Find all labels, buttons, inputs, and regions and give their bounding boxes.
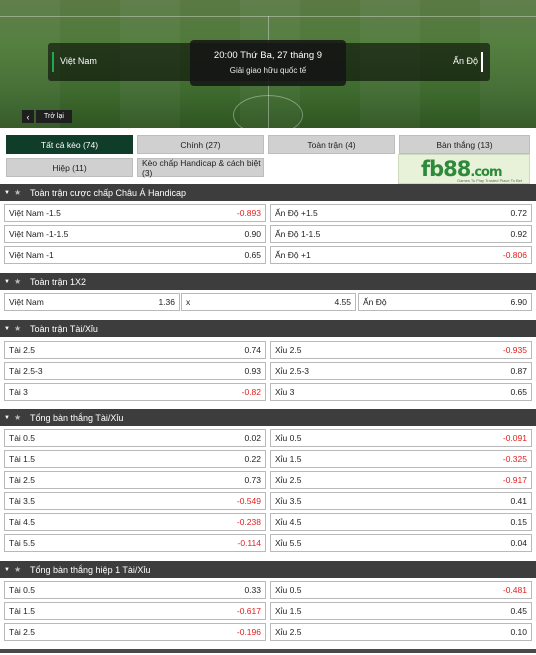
odds-row: Tài 4.5 -0.238 Xỉu 4.5 0.15 (0, 513, 536, 533)
caret-down-icon[interactable]: ▼ (0, 567, 14, 573)
odds-cell[interactable]: Xỉu 2.5 0.10 (270, 623, 532, 641)
tab-handicap[interactable]: Kèo chấp Handicap & cách biệt (3) (137, 158, 264, 178)
section-header[interactable]: ▼ ★ Toàn trận 1X2 (0, 273, 536, 290)
odds-cell[interactable]: Xỉu 4.5 0.15 (270, 513, 532, 531)
odds-row: Tài 1.5 0.22 Xỉu 1.5 -0.325 (0, 450, 536, 470)
odds-cell[interactable]: Tài 2.5 -0.196 (4, 623, 266, 641)
odds-cell[interactable]: Tài 2.5 0.73 (4, 471, 266, 489)
tab-all[interactable]: Tất cả kèo (74) (6, 135, 133, 154)
odds-cell[interactable]: Xỉu 2.5 -0.917 (270, 471, 532, 489)
section-title: Toàn trận Tài/Xỉu (30, 323, 98, 334)
odds-cell[interactable]: Tài 4.5 -0.238 (4, 513, 266, 531)
section-first-half-goals: ▼ ★ Tổng bàn thắng hiệp 1 Tài/Xỉu (0, 561, 536, 578)
section-header[interactable]: ▼ ★ Tổng bàn thắng Tài/Xỉu (0, 409, 536, 426)
star-icon[interactable]: ★ (14, 565, 24, 574)
tab-half[interactable]: Hiệp (11) (6, 158, 133, 177)
odds-cell[interactable]: Ấn Độ +1 -0.806 (270, 246, 532, 264)
odds-cell[interactable]: Ấn Độ +1.5 0.72 (270, 204, 532, 222)
odds-cell[interactable]: Xỉu 1.5 0.45 (270, 602, 532, 620)
back-button[interactable]: Trở lại (36, 110, 72, 123)
odds-cell[interactable]: Tài 5.5 -0.114 (4, 534, 266, 552)
odds-row: Tài 5.5 -0.114 Xỉu 5.5 0.04 (0, 534, 536, 554)
match-info-box (190, 40, 346, 86)
section-header[interactable]: ▼ ★ Tổng bàn thắng hiệp 1 Tài/Xỉu (0, 561, 536, 578)
odds-row: Tài 3.5 -0.549 Xỉu 3.5 0.41 (0, 492, 536, 512)
odds-cell[interactable]: Ấn Độ 6.90 (358, 293, 532, 311)
star-icon[interactable]: ★ (14, 413, 24, 422)
odds-row: Tài 2.5-3 0.93 Xỉu 2.5-3 0.87 (0, 362, 536, 382)
odds-row: Tài 2.5 -0.196 Xỉu 2.5 0.10 (0, 623, 536, 643)
odds-cell[interactable]: Việt Nam -1-1.5 0.90 (4, 225, 266, 243)
section-title: Tổng bàn thắng Tài/Xỉu (30, 412, 124, 423)
odds-cell[interactable]: Tài 1.5 0.22 (4, 450, 266, 468)
tab-main[interactable]: Chính (27) (137, 135, 264, 154)
odds-cell[interactable]: x 4.55 (181, 293, 356, 311)
odds-row: Tài 1.5 -0.617 Xỉu 1.5 0.45 (0, 602, 536, 622)
section-title: Tổng bàn thắng hiệp 1 Tài/Xỉu (30, 564, 151, 575)
odds-cell[interactable]: Xỉu 3 0.65 (270, 383, 532, 401)
odds-cell[interactable]: Tài 3 -0.82 (4, 383, 266, 401)
odds-cell[interactable]: Xỉu 0.5 -0.481 (270, 581, 532, 599)
tab-full-match[interactable]: Toàn trận (4) (268, 135, 395, 154)
odds-cell[interactable]: Tài 3.5 -0.549 (4, 492, 266, 510)
caret-down-icon[interactable]: ▼ (0, 326, 14, 332)
odds-cell[interactable]: Việt Nam -1.5 -0.893 (4, 204, 266, 222)
odds-cell[interactable]: Tài 2.5 0.74 (4, 341, 266, 359)
section-title: Toàn trận cược chấp Châu Á Handicap (30, 187, 187, 198)
section-asian-handicap: ▼ ★ Toàn trận cược chấp Châu Á Handicap (0, 184, 536, 201)
caret-down-icon[interactable]: ▼ (0, 190, 14, 196)
star-icon[interactable]: ★ (14, 324, 24, 333)
tab-goals[interactable]: Bàn thắng (13) (399, 135, 530, 154)
odds-row: Tài 2.5 0.73 Xỉu 2.5 -0.917 (0, 471, 536, 491)
odds-row: Việt Nam -1-1.5 0.90 Ấn Độ 1-1.5 0.92 (0, 225, 536, 245)
section-over-under: ▼ ★ Toàn trận Tài/Xỉu (0, 320, 536, 337)
match-header: Việt Nam Ấn Độ 20:00 Thứ Ba, 27 tháng 9 … (0, 0, 536, 128)
odds-cell[interactable]: Xỉu 2.5 -0.935 (270, 341, 532, 359)
odds-cell[interactable]: Tài 1.5 -0.617 (4, 602, 266, 620)
odds-cell[interactable]: Tài 0.5 0.33 (4, 581, 266, 599)
kickoff-time: 20:00 Thứ Ba, 27 tháng 9 (213, 50, 323, 61)
star-icon[interactable]: ★ (14, 188, 24, 197)
section-header[interactable]: ▼ ★ Toàn trận cược chấp Châu Á Handicap (0, 184, 536, 201)
caret-down-icon[interactable]: ▼ (0, 415, 14, 421)
odds-row: Tài 0.5 0.33 Xỉu 0.5 -0.481 (0, 581, 536, 601)
caret-down-icon[interactable]: ▼ (0, 279, 14, 285)
odds-cell[interactable]: Việt Nam -1 0.65 (4, 246, 266, 264)
odds-row: Việt Nam -1 0.65 Ấn Độ +1 -0.806 (0, 246, 536, 266)
home-team-marker (52, 52, 54, 72)
odds-cell[interactable]: Tài 0.5 0.02 (4, 429, 266, 447)
away-team-name: Ấn Độ (452, 56, 478, 66)
odds-row: Việt Nam -1.5 -0.893 Ấn Độ +1.5 0.72 (0, 204, 536, 224)
odds-cell[interactable]: Ấn Độ 1-1.5 0.92 (270, 225, 532, 243)
odds-row: Tài 2.5 0.74 Xỉu 2.5 -0.935 (0, 341, 536, 361)
odds-cell[interactable]: Việt Nam 1.36 (4, 293, 180, 311)
odds-row: Tài 0.5 0.02 Xỉu 0.5 -0.091 (0, 429, 536, 449)
home-team-name: Việt Nam (60, 56, 97, 66)
odds-cell[interactable]: Xỉu 1.5 -0.325 (270, 450, 532, 468)
odds-cell[interactable]: Xỉu 0.5 -0.091 (270, 429, 532, 447)
away-team-marker (481, 52, 483, 72)
odds-cell[interactable]: Xỉu 3.5 0.41 (270, 492, 532, 510)
league-name: Giải giao hữu quốc tế (229, 66, 307, 75)
odds-cell[interactable]: Xỉu 2.5-3 0.87 (270, 362, 532, 380)
odds-cell[interactable]: Tài 2.5-3 0.93 (4, 362, 266, 380)
section-header[interactable]: ▼ ★ Toàn trận Tài/Xỉu (0, 320, 536, 337)
odds-row: Tài 3 -0.82 Xỉu 3 0.65 (0, 383, 536, 403)
back-control[interactable]: ‹ Trở lại (22, 110, 72, 123)
logo-tagline: Games To Play Trusted Place To Bet (457, 178, 522, 183)
section-1x2: ▼ ★ Toàn trận 1X2 (0, 273, 536, 290)
odds-cell[interactable]: Xỉu 5.5 0.04 (270, 534, 532, 552)
fb88-logo[interactable]: fb88.com Games To Play Trusted Place To … (398, 154, 530, 184)
next-section-header-edge[interactable] (0, 649, 536, 653)
odds-row: Việt Nam 1.36 x 4.55 Ấn Độ 6.90 (0, 293, 536, 313)
chevron-left-icon[interactable]: ‹ (22, 110, 34, 123)
section-total-goals: ▼ ★ Tổng bàn thắng Tài/Xỉu (0, 409, 536, 426)
star-icon[interactable]: ★ (14, 277, 24, 286)
section-title: Toàn trận 1X2 (30, 276, 87, 287)
